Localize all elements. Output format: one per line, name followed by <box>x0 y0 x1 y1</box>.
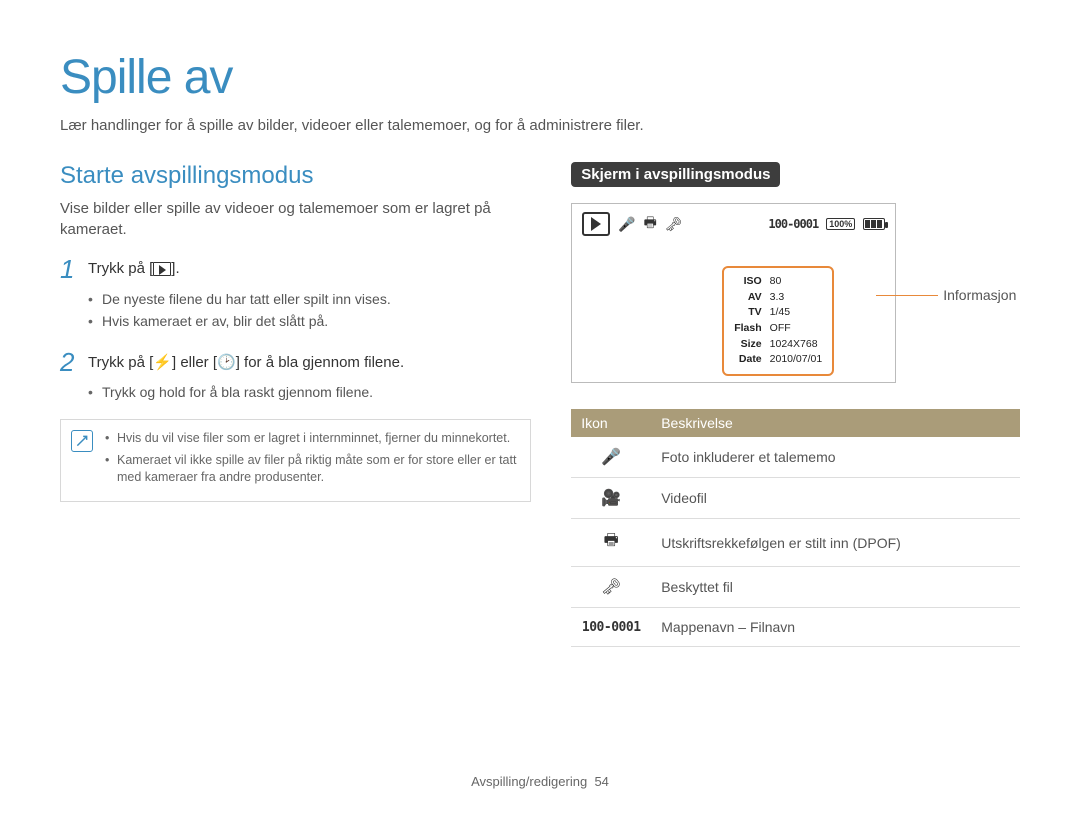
note-list: Hvis du vil vise filer som er lagret i i… <box>105 430 520 491</box>
info-key: AV <box>734 291 767 305</box>
info-val: 1/45 <box>770 306 823 320</box>
note-item: Hvis du vil vise filer som er lagret i i… <box>105 430 520 448</box>
table-desc: Foto inkluderer et talememo <box>651 437 1020 478</box>
step-1-bullets: De nyeste filene du har tatt eller spilt… <box>88 288 531 333</box>
page-footer: Avspilling/redigering 54 <box>0 774 1080 789</box>
table-head-desc: Beskrivelse <box>651 409 1020 437</box>
info-val: OFF <box>770 322 823 336</box>
folder-icon: 100-0001 <box>571 608 651 647</box>
screen-mode-pill: Skjerm i avspillingsmodus <box>571 162 780 187</box>
table-row: 🖶 Utskriftsrekkefølgen er stilt inn (DPO… <box>571 519 1020 567</box>
info-val: 1024X768 <box>770 338 823 352</box>
print-icon: 🖶 <box>644 212 657 236</box>
page-title: Spille av <box>60 50 1020 105</box>
bullet: Hvis kameraet er av, blir det slått på. <box>88 310 531 332</box>
info-key: Size <box>734 338 767 352</box>
footer-section: Avspilling/redigering <box>471 774 587 789</box>
left-column: Starte avspillingsmodus Vise bilder elle… <box>60 162 531 647</box>
note-icon <box>71 430 93 452</box>
play-icon <box>153 262 171 276</box>
step-2-text-a: Trykk på [ <box>88 354 153 371</box>
timer-icon: 🕑 <box>217 354 236 371</box>
page-subtitle: Lær handlinger for å spille av bilder, v… <box>60 117 1020 134</box>
table-row: 🎤 Foto inkluderer et talememo <box>571 437 1020 478</box>
camera-screen: 🎤 🖶 🗝 100-0001 100% ISO80 AV3.3 TV1/45 F… <box>571 203 896 383</box>
step-2-text: Trykk på [⚡] eller [🕑] for å bla gjennom… <box>88 349 404 371</box>
step-2-text-b: ] eller [ <box>172 354 217 371</box>
screen-wrapper: 🎤 🖶 🗝 100-0001 100% ISO80 AV3.3 TV1/45 F… <box>571 203 1020 383</box>
step-1-text: Trykk på []. <box>88 256 180 277</box>
print-icon: 🖶 <box>571 519 651 567</box>
right-column: Skjerm i avspillingsmodus 🎤 🖶 🗝 100-0001… <box>571 162 1020 647</box>
info-val: 80 <box>770 275 823 289</box>
info-key: TV <box>734 306 767 320</box>
bullet: Trykk og hold for å bla raskt gjennom fi… <box>88 381 531 403</box>
battery-icon <box>863 218 885 230</box>
flash-icon: ⚡ <box>153 354 172 371</box>
file-number: 100-0001 <box>768 217 818 231</box>
info-key: ISO <box>734 275 767 289</box>
info-val: 2010/07/01 <box>770 353 823 367</box>
table-desc: Utskriftsrekkefølgen er stilt inn (DPOF) <box>651 519 1020 567</box>
section-heading: Starte avspillingsmodus <box>60 162 531 190</box>
info-callout-label: Informasjon <box>943 287 1016 303</box>
section-subheading: Vise bilder eller spille av videoer og t… <box>60 198 531 240</box>
note-item: Kameraet vil ikke spille av filer på rik… <box>105 452 520 487</box>
step-number: 1 <box>60 256 88 282</box>
table-row: 100-0001 Mappenavn – Filnavn <box>571 608 1020 647</box>
step-2-text-c: ] for å bla gjennom filene. <box>236 354 404 371</box>
info-key: Flash <box>734 322 767 336</box>
step-1: 1 Trykk på []. <box>60 256 531 282</box>
info-val: 3.3 <box>770 291 823 305</box>
key-icon: 🗝 <box>665 216 683 233</box>
step-2: 2 Trykk på [⚡] eller [🕑] for å bla gjenn… <box>60 349 531 375</box>
info-table: ISO80 AV3.3 TV1/45 FlashOFF Size1024X768… <box>732 273 824 369</box>
info-frame: ISO80 AV3.3 TV1/45 FlashOFF Size1024X768… <box>722 266 834 376</box>
mic-icon: 🎤 <box>618 216 635 233</box>
table-desc: Videofil <box>651 478 1020 519</box>
card-badge: 100% <box>826 218 855 230</box>
table-row: 🎥 Videofil <box>571 478 1020 519</box>
table-row: 🗝 Beskyttet fil <box>571 567 1020 608</box>
play-icon <box>582 212 610 236</box>
mic-icon: 🎤 <box>571 437 651 478</box>
step-2-bullets: Trykk og hold for å bla raskt gjennom fi… <box>88 381 531 403</box>
screen-top-row: 🎤 🖶 🗝 100-0001 100% <box>582 212 885 236</box>
step-number: 2 <box>60 349 88 375</box>
table-desc: Mappenavn – Filnavn <box>651 608 1020 647</box>
info-callout-line <box>876 295 938 296</box>
bullet: De nyeste filene du har tatt eller spilt… <box>88 288 531 310</box>
icon-description-table: Ikon Beskrivelse 🎤 Foto inkluderer et ta… <box>571 409 1020 647</box>
step-1-text-a: Trykk på [ <box>88 260 153 277</box>
key-icon: 🗝 <box>571 567 651 608</box>
note-box: Hvis du vil vise filer som er lagret i i… <box>60 419 531 502</box>
info-key: Date <box>734 353 767 367</box>
table-desc: Beskyttet fil <box>651 567 1020 608</box>
step-1-text-b: ]. <box>171 260 179 277</box>
table-head-icon: Ikon <box>571 409 651 437</box>
footer-page-number: 54 <box>594 774 608 789</box>
film-icon: 🎥 <box>571 478 651 519</box>
